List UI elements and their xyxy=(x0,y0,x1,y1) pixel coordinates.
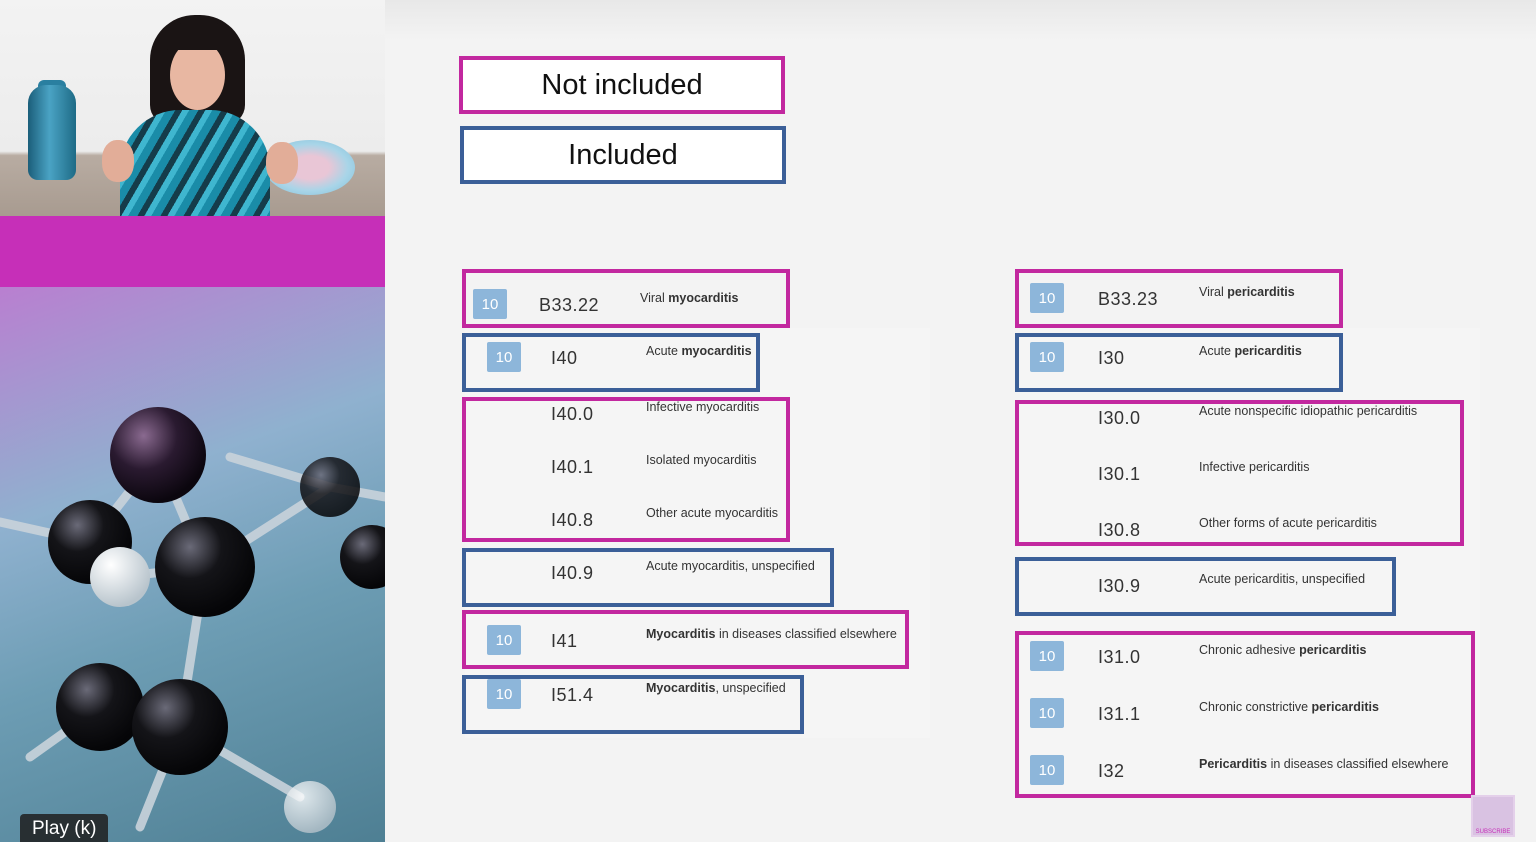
code-row: 10 I30 Acute pericarditis xyxy=(385,342,1302,396)
code-row: 10 B33.23 Viral pericarditis xyxy=(385,283,1295,337)
magenta-band xyxy=(0,216,385,287)
vase-body xyxy=(28,85,76,180)
frame-included xyxy=(462,333,760,392)
presenter-body xyxy=(120,110,270,216)
molecule-image xyxy=(0,287,385,842)
presenter-hand-right xyxy=(266,142,298,184)
code-row: I30.8 Other forms of acute pericarditis xyxy=(385,514,1377,568)
code-row: I30.9 Acute pericarditis, unspecified xyxy=(385,570,1365,624)
slide: Not included Included 10 B33.22 Viral myoc… xyxy=(385,0,1536,842)
presenter-bangs xyxy=(165,22,233,50)
presenter-webcam xyxy=(0,0,385,216)
subscribe-label: SUBSCRIBE xyxy=(1475,829,1511,835)
code-row: 10 I31.1 Chronic constrictive pericarditis xyxy=(385,698,1379,752)
code-row: I30.1 Infective pericarditis xyxy=(385,458,1309,512)
code-row: 10 I31.0 Chronic adhesive pericarditis xyxy=(385,641,1366,695)
frame-included xyxy=(462,548,834,607)
code-row: I30.0 Acute nonspecific idiopathic perica… xyxy=(385,402,1417,456)
legend-not-included: Not included xyxy=(459,56,785,114)
frame-not-included xyxy=(462,397,790,542)
legend-included: Included xyxy=(460,126,786,184)
presenter-hand-left xyxy=(102,140,134,182)
frame-not-included xyxy=(1015,269,1343,328)
frame-included xyxy=(462,675,804,734)
subscribe-button[interactable]: SUBSCRIBE xyxy=(1471,795,1515,837)
frame-not-included xyxy=(462,610,909,669)
presenter-face xyxy=(170,40,225,110)
frame-included xyxy=(1015,333,1343,392)
play-tooltip: Play (k) xyxy=(20,814,109,842)
frame-not-included xyxy=(462,269,790,328)
left-panel: Play (k) xyxy=(0,0,385,842)
code-row: 10 I32 Pericarditis in diseases classified… xyxy=(385,755,1448,809)
frame-included xyxy=(1015,557,1396,616)
frame-not-included xyxy=(1015,400,1464,546)
video-frame[interactable]: Play (k) Not included Included 10 B33.22 V… xyxy=(0,0,1536,842)
frame-not-included xyxy=(1015,631,1475,798)
